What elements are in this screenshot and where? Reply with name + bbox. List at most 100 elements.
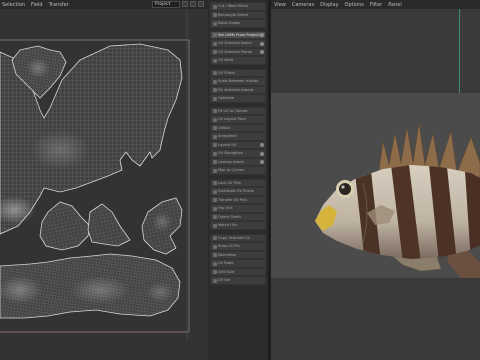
tool-item[interactable]: UV Selected Island — [210, 39, 266, 48]
tool-item[interactable]: Unwrap Island — [210, 157, 266, 166]
tool-options-icon[interactable] — [259, 160, 264, 164]
tool-icon — [212, 96, 217, 101]
tool-label: Lock UV Pins — [218, 180, 241, 185]
tool-item[interactable]: Straighten — [210, 132, 266, 141]
tool-item[interactable]: Relax Edges — [210, 19, 266, 28]
tool-icon — [212, 21, 217, 26]
tool-item[interactable]: Fit UV to Canvas — [210, 106, 266, 115]
uv-menu-selection[interactable]: Selection — [2, 2, 25, 8]
tool-item[interactable]: UV Shells — [210, 68, 266, 77]
tool-item[interactable]: Scale Between Islands — [210, 77, 266, 86]
tool-item[interactable]: Transfer UV Pins — [210, 195, 266, 204]
tool-icon — [212, 244, 217, 249]
tool-label: UV Shells — [218, 70, 235, 75]
tool-icon — [212, 261, 217, 266]
tool-item[interactable]: Normalize — [210, 250, 266, 259]
grid-toggle-icon[interactable] — [182, 1, 188, 7]
tool-label: Normalize — [218, 252, 237, 257]
tool-item[interactable]: Orient Shells — [210, 212, 266, 221]
tool-label: Scale Between Islands — [218, 79, 259, 83]
tool-label: Cut / Weld Mirror — [218, 4, 249, 8]
frame-icon[interactable] — [190, 1, 196, 7]
tool-icon — [212, 151, 217, 156]
tool-icon — [212, 109, 217, 113]
tool-item[interactable]: Lock UV Pins — [210, 178, 266, 187]
viewport-menu-options[interactable]: Options — [345, 2, 364, 8]
tool-item[interactable]: Grid Size — [210, 267, 266, 276]
tool-item[interactable]: Map to Curves — [210, 166, 266, 175]
uv-shell-fin-left[interactable] — [39, 201, 91, 251]
tool-label: Grid Size — [218, 269, 235, 274]
tool-label: UV Ratio — [218, 261, 234, 265]
tool-icon — [212, 198, 217, 202]
tool-label: UV Straighten — [218, 151, 244, 155]
tool-item[interactable]: Cut / Weld Mirror — [210, 2, 266, 11]
tool-icon — [212, 33, 217, 37]
tool-item[interactable]: UV Set — [210, 276, 266, 285]
viewport-axis-line — [459, 9, 460, 93]
uv-menu-field[interactable]: Field — [31, 2, 43, 8]
tool-icon — [212, 4, 217, 9]
tool-label: Optimize — [218, 96, 235, 100]
tool-item[interactable]: Rectangle Select — [210, 10, 266, 19]
tool-label: Map to Curves — [218, 168, 244, 172]
viewport-menu-cameras[interactable]: Cameras — [292, 2, 314, 8]
tool-icon — [212, 71, 217, 75]
uv-menu-transfer[interactable]: Transfer — [49, 2, 69, 8]
tool-icon — [212, 88, 217, 92]
viewport-menu-panel[interactable]: Panel — [388, 2, 402, 8]
tool-item[interactable]: UV Selected Points — [210, 47, 266, 56]
tool-item[interactable]: Layout UV — [210, 140, 266, 149]
tool-icon — [212, 278, 217, 283]
tool-label: Distribute UV Shells — [218, 189, 254, 193]
uv-shell-fin-mid[interactable] — [87, 203, 131, 247]
fish-model[interactable] — [271, 93, 480, 278]
tool-icon — [212, 143, 217, 147]
viewport-menu-display[interactable]: Display — [320, 2, 338, 8]
tool-icon — [212, 134, 217, 139]
tool-item[interactable]: Flip UVs — [210, 204, 266, 213]
tool-icon — [212, 168, 217, 173]
tool-icon — [212, 41, 217, 46]
tool-icon — [212, 126, 217, 130]
uv-toolbar-icons — [182, 1, 204, 7]
tool-options-icon[interactable] — [259, 33, 264, 37]
tool-label: Layout UV — [218, 142, 237, 147]
tool-item[interactable]: Match UVs — [210, 221, 266, 230]
tool-label: Snap UV Pin — [218, 244, 240, 248]
tool-item[interactable]: UV Ratio — [210, 259, 266, 268]
tool-icon — [212, 58, 217, 63]
tool-item[interactable]: Fix Selected Islands — [210, 85, 266, 94]
tool-icon — [212, 181, 217, 185]
tool-item[interactable]: Optimize — [210, 94, 266, 103]
tool-label: UV Selected Points — [218, 49, 252, 54]
tool-item[interactable]: UV Straighten — [210, 149, 266, 158]
tool-item[interactable]: Distribute UV Shells — [210, 187, 266, 196]
tool-item[interactable]: UV Layout Pack — [210, 115, 266, 124]
viewport-menu-view[interactable]: View — [274, 2, 286, 8]
tool-item[interactable]: Copy Selected UV — [210, 233, 266, 242]
tool-options-icon[interactable] — [259, 143, 264, 147]
tool-options-icon[interactable] — [259, 50, 264, 54]
tool-item[interactable]: Unfold — [210, 123, 266, 132]
settings-icon[interactable] — [198, 1, 204, 7]
tool-label: Fix Selected Islands — [218, 87, 254, 92]
tool-options-icon[interactable] — [259, 41, 264, 46]
tool-label: Set UVMs From Projection — [218, 32, 265, 37]
tool-label: Match UVs — [218, 223, 238, 227]
tool-icon — [212, 215, 217, 219]
tool-icon — [212, 206, 217, 211]
tool-icon — [212, 270, 217, 274]
tool-item[interactable]: Set UVMs From Projection — [210, 30, 266, 39]
tool-item[interactable]: Snap UV Pin — [210, 242, 266, 251]
tool-icon — [212, 13, 217, 17]
tool-label: Unwrap Island — [218, 159, 244, 164]
tool-label: Unfold — [218, 125, 230, 130]
uv-canvas[interactable] — [0, 10, 208, 360]
tool-item[interactable]: UV Weld — [210, 56, 266, 65]
viewport-menu-filter[interactable]: Filter — [370, 2, 382, 8]
projection-dropdown[interactable]: Project — [152, 1, 180, 8]
tool-icon — [212, 79, 217, 84]
viewport-menubar: View Cameras Display Options Filter Pane… — [271, 0, 480, 9]
tool-options-icon[interactable] — [259, 151, 264, 156]
